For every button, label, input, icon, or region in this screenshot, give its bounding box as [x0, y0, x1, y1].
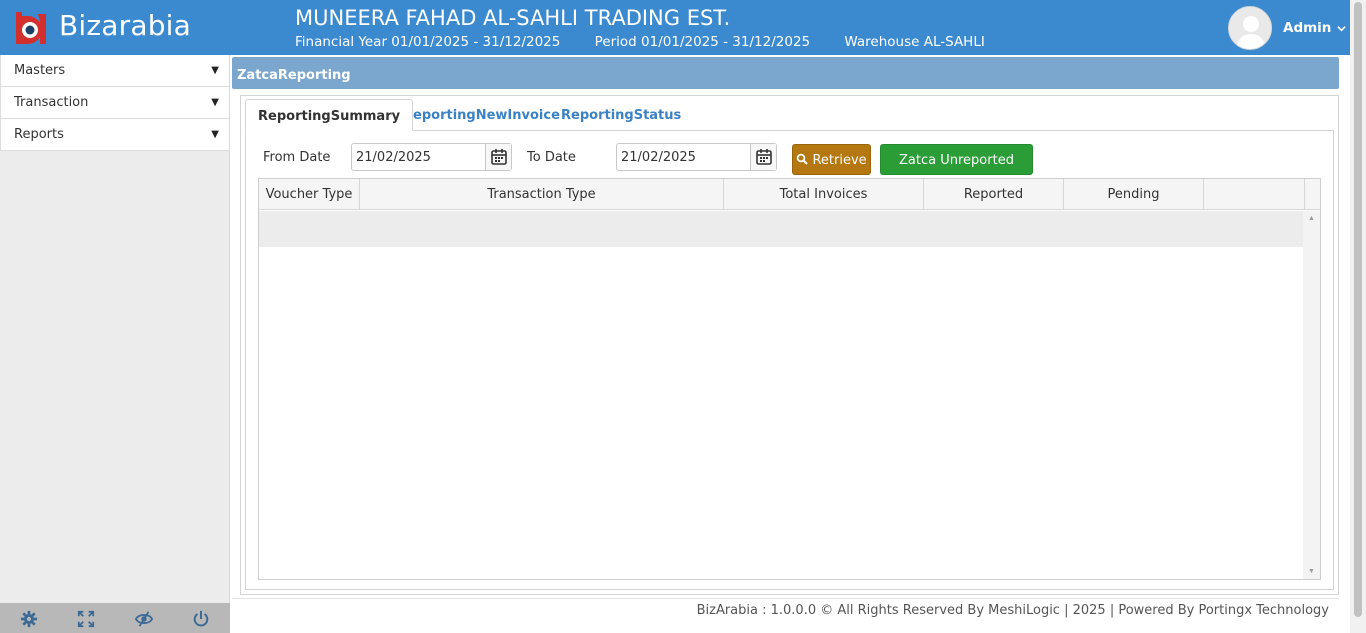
- tab-reporting-new-invoice[interactable]: ReportingNewInvoice: [403, 99, 560, 131]
- company-name: MUNEERA FAHAD AL-SAHLI TRADING EST.: [295, 6, 731, 30]
- grid-scrollbar[interactable]: ▲ ▼: [1303, 211, 1320, 579]
- grid-header: Voucher Type Transaction Type Total Invo…: [259, 179, 1320, 210]
- column-header-total-invoices[interactable]: Total Invoices: [724, 179, 924, 210]
- chevron-down-icon: [1337, 25, 1346, 31]
- table-row[interactable]: [259, 211, 1303, 247]
- sidebar-footer: [0, 603, 230, 633]
- user-menu[interactable]: Admin: [1283, 20, 1346, 36]
- sidebar-item-masters[interactable]: Masters ▼: [0, 55, 229, 87]
- user-silhouette-icon: [1229, 7, 1271, 49]
- header-subline: Financial Year 01/01/2025 - 31/12/2025 P…: [295, 34, 1015, 50]
- to-date-field[interactable]: [616, 143, 777, 171]
- sidebar-item-transaction[interactable]: Transaction ▼: [0, 87, 229, 119]
- from-date-field[interactable]: [351, 143, 512, 171]
- financial-year: Financial Year 01/01/2025 - 31/12/2025: [295, 34, 561, 50]
- page-scrollbar-thumb[interactable]: [1354, 2, 1362, 617]
- sidebar-item-label: Transaction: [14, 95, 89, 110]
- scroll-down-icon[interactable]: ▼: [1308, 568, 1315, 575]
- from-date-label: From Date: [263, 150, 331, 165]
- avatar[interactable]: [1228, 6, 1272, 50]
- column-header-transaction-type[interactable]: Transaction Type: [360, 179, 724, 210]
- to-date-label: To Date: [527, 150, 576, 165]
- period: Period 01/01/2025 - 31/12/2025: [594, 34, 811, 50]
- power-icon[interactable]: [192, 610, 210, 628]
- bizarabia-logo: [16, 12, 46, 44]
- eye-slash-icon[interactable]: [135, 610, 153, 628]
- zatca-unreported-dates-button[interactable]: Zatca Unreported Dates: [880, 144, 1033, 199]
- calendar-button[interactable]: [485, 144, 511, 170]
- calendar-icon: [491, 149, 507, 165]
- search-icon: [797, 153, 809, 165]
- scroll-up-icon[interactable]: ▲: [1308, 215, 1315, 222]
- sidebar-item-label: Masters: [14, 63, 66, 78]
- column-header-voucher-type[interactable]: Voucher Type: [259, 179, 360, 210]
- sidebar-item-reports[interactable]: Reports ▼: [0, 119, 229, 151]
- tab-reporting-status[interactable]: ReportingStatus: [561, 99, 681, 131]
- retrieve-button[interactable]: Retrieve: [792, 144, 871, 175]
- sidebar-item-label: Reports: [14, 127, 64, 142]
- reporting-summary-grid: Voucher Type Transaction Type Total Invo…: [258, 178, 1321, 580]
- tab-reporting-summary[interactable]: ReportingSummary: [245, 99, 414, 131]
- retrieve-label: Retrieve: [812, 153, 867, 168]
- column-header-pending[interactable]: Pending: [1064, 179, 1204, 210]
- calendar-icon: [756, 149, 772, 165]
- top-header: Bizarabia MUNEERA FAHAD AL-SAHLI TRADING…: [0, 0, 1350, 55]
- caret-down-icon: ▼: [211, 129, 219, 140]
- footer-text: BizArabia : 1.0.0.0 © All Rights Reserve…: [696, 603, 1329, 618]
- panel-title: ZatcaReporting: [232, 57, 1339, 89]
- column-header-reported[interactable]: Reported: [924, 179, 1064, 210]
- footer-divider: [232, 598, 1339, 599]
- warehouse: Warehouse AL-SAHLI: [844, 34, 985, 50]
- gear-icon[interactable]: [20, 610, 38, 628]
- fullscreen-icon[interactable]: [77, 610, 95, 628]
- to-date-input[interactable]: [617, 144, 751, 170]
- column-header-empty: [1204, 179, 1305, 210]
- user-name: Admin: [1283, 20, 1332, 36]
- sidebar: Masters ▼ Transaction ▼ Reports ▼: [0, 55, 230, 633]
- from-date-input[interactable]: [352, 144, 486, 170]
- calendar-button[interactable]: [750, 144, 776, 170]
- brand-name: Bizarabia: [59, 9, 192, 42]
- page-scrollbar[interactable]: [1350, 0, 1366, 633]
- caret-down-icon: ▼: [211, 97, 219, 108]
- caret-down-icon: ▼: [211, 65, 219, 76]
